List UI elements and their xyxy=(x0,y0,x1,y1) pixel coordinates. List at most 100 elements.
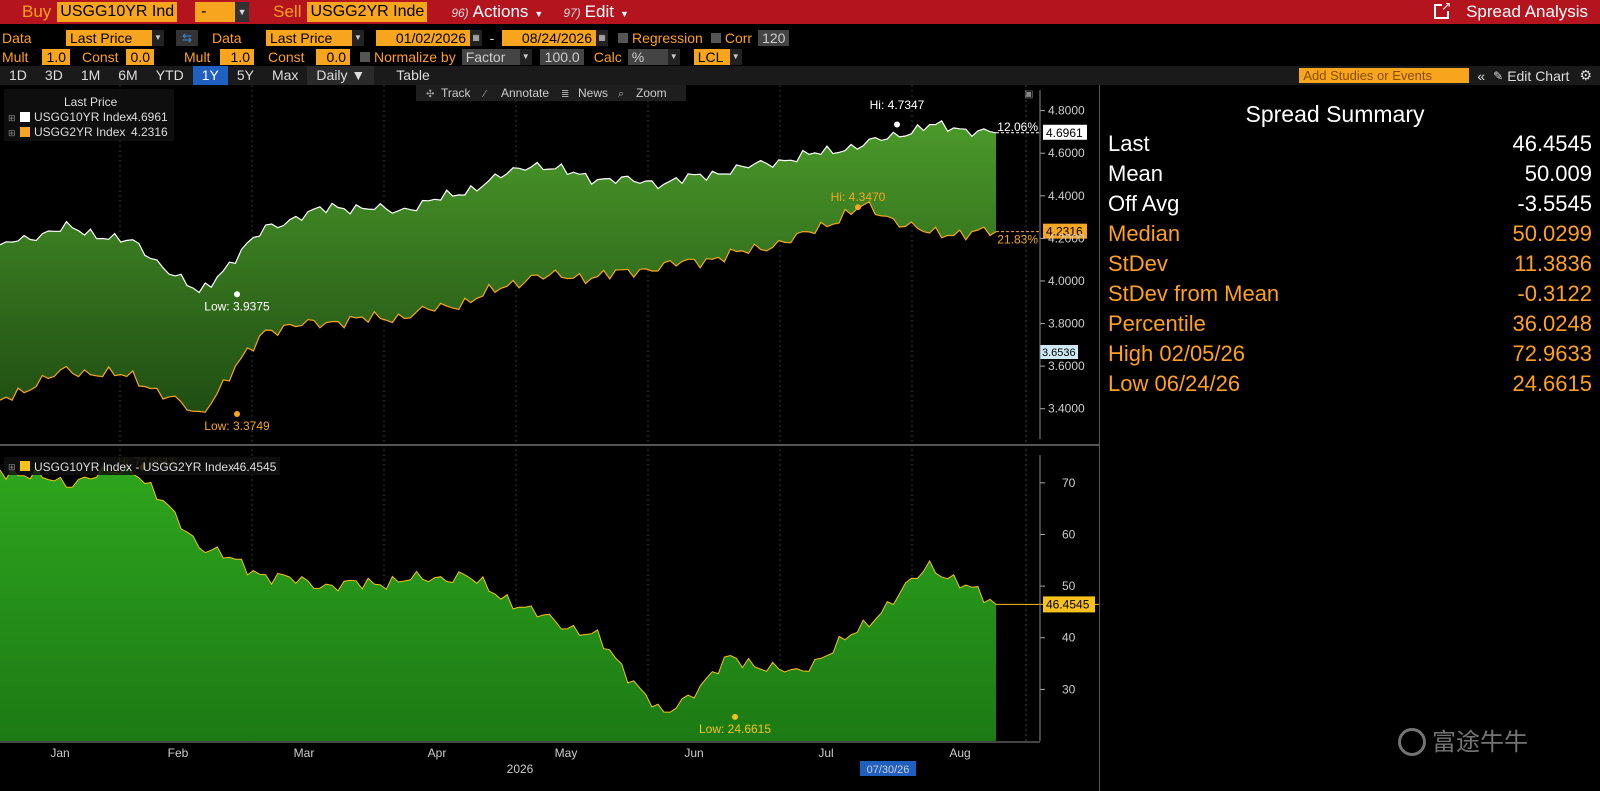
start-date-field[interactable]: 01/02/2026 xyxy=(376,29,470,46)
y-tick-label: 50 xyxy=(1062,579,1076,593)
summary-row: Percentile 36.0248 xyxy=(1108,311,1592,341)
buy-label: Buy xyxy=(22,2,52,21)
tab-5y[interactable]: 5Y xyxy=(228,66,263,85)
swap-icon[interactable]: ⇆ xyxy=(176,29,198,46)
chevron-down-icon[interactable]: ▼ xyxy=(729,48,742,65)
tab-1m[interactable]: 1M xyxy=(72,66,109,85)
summary-key: StDev from Mean xyxy=(1108,281,1280,306)
news-button[interactable]: News xyxy=(578,86,608,100)
mult2-field[interactable]: 1.0 xyxy=(220,48,254,65)
y-tick-label: 30 xyxy=(1062,682,1076,696)
corr-label: Corr xyxy=(724,29,753,46)
edit-menu[interactable]: 97) Edit ▼ xyxy=(553,2,639,22)
tab-3d[interactable]: 3D xyxy=(36,66,72,85)
sell-label: Sell xyxy=(273,2,302,21)
summary-value: 46.4545 xyxy=(1512,131,1592,156)
tab-6m[interactable]: 6M xyxy=(109,66,146,85)
summary-value: -3.5545 xyxy=(1517,191,1592,216)
extreme-marker xyxy=(732,713,738,720)
legend-swatch-s1 xyxy=(20,112,30,122)
summary-key: Off Avg xyxy=(1108,191,1180,216)
y-tick-label: 4.2000 xyxy=(1048,231,1085,245)
chevron-down-icon[interactable]: ▼ xyxy=(667,48,680,65)
year-label: 2026 xyxy=(507,762,534,776)
tab-1y[interactable]: 1Y xyxy=(192,66,228,85)
calc-label: Calc xyxy=(593,48,622,65)
edit-label: Edit xyxy=(584,2,614,21)
corr-checkbox[interactable] xyxy=(710,32,721,43)
data1-select[interactable]: Last Price xyxy=(66,29,152,46)
end-date-field[interactable]: 08/24/2026 xyxy=(502,29,596,46)
mult-label-2: Mult xyxy=(184,48,211,65)
annotate-button[interactable]: Annotate xyxy=(501,86,549,100)
legend-spread-value: 46.4545 xyxy=(233,460,277,474)
extreme-marker xyxy=(234,411,240,418)
chart-area[interactable]: 12.06% 21.83% 4.6961 4.2316 3.6536 Hi: 4.7347… xyxy=(0,85,1600,791)
legend-spread-name: USGG10YR Index - USGG2YR Index xyxy=(34,460,234,474)
regression-checkbox[interactable] xyxy=(618,32,628,43)
y-tick-label: 3.4000 xyxy=(1048,402,1085,416)
actions-menu[interactable]: 96) Actions ▼ xyxy=(441,2,553,22)
mult-label-1: Mult xyxy=(2,48,29,65)
summary-value: -0.3122 xyxy=(1517,281,1592,306)
app-title[interactable]: ↗ Spread Analysis xyxy=(1434,0,1588,24)
x-tick-label: Mar xyxy=(294,746,315,760)
chart-options-icon[interactable]: ▣ xyxy=(1024,89,1033,100)
crosshair-icon: ✣ xyxy=(426,89,434,100)
lower-legend: ⊞ USGG10YR Index - USGG2YR Index 46.4545 xyxy=(4,457,280,475)
gear-icon[interactable]: ⚙ xyxy=(1569,67,1600,84)
summary-value: 50.009 xyxy=(1524,161,1592,186)
data-label-1: Data xyxy=(2,29,32,46)
track-button[interactable]: Track xyxy=(441,86,472,100)
calendar-icon[interactable]: ▦ xyxy=(596,29,608,46)
summary-key: Last xyxy=(1108,131,1150,156)
summary-row: Low 06/24/26 24.6615 xyxy=(1108,371,1592,401)
date-tag-text: 07/30/26 xyxy=(867,764,910,776)
summary-value: 36.0248 xyxy=(1512,311,1592,336)
pct-label: 21.83% xyxy=(997,233,1038,247)
table-button[interactable]: Table xyxy=(374,66,438,85)
add-studies-field[interactable]: Add Studies or Events xyxy=(1299,68,1470,83)
chevron-down-icon[interactable]: ▼ xyxy=(352,29,364,46)
chevron-down-icon[interactable]: ▼ xyxy=(519,48,532,65)
mid-dropdown[interactable]: - xyxy=(195,2,236,22)
normalize-select[interactable]: Factor xyxy=(461,48,520,65)
watermark-text: 富途牛牛 xyxy=(1432,729,1528,756)
summary-row: Last 46.4545 xyxy=(1108,131,1592,161)
legend-toggle-icon[interactable]: ⊞ xyxy=(8,128,16,138)
legend-toggle-icon[interactable]: ⊞ xyxy=(8,462,16,472)
edit-chart-button[interactable]: Edit Chart xyxy=(1507,68,1569,84)
corr-field[interactable]: 120 xyxy=(758,29,790,46)
x-tick-label: Jun xyxy=(684,746,703,760)
calc-select[interactable]: % xyxy=(627,48,668,65)
tab-max[interactable]: Max xyxy=(263,66,307,85)
lcl-select[interactable]: LCL xyxy=(693,48,730,65)
chevron-down-icon[interactable]: ▼ xyxy=(235,2,250,22)
lower-plot: 46.4545Hi: 72.9633Low: 24.6615 xyxy=(0,456,1600,741)
buy-ticker-field[interactable]: USGG10YR Ind xyxy=(57,2,178,22)
daily-select[interactable]: Daily ▼ xyxy=(307,66,375,85)
normalize-amount-field[interactable]: 100.0 xyxy=(539,48,584,65)
summary-value: 11.3836 xyxy=(1514,251,1592,276)
chart-svg[interactable]: 12.06%21.83%4.69614.23163.6536Hi: 4.7347… xyxy=(0,85,1600,791)
legend-s1-value: 4.6961 xyxy=(131,110,168,124)
date-dash: - xyxy=(489,29,495,46)
calendar-icon[interactable]: ▦ xyxy=(470,29,482,46)
summary-key: High 02/05/26 xyxy=(1108,341,1245,366)
const1-field[interactable]: 0.0 xyxy=(126,48,154,65)
zoom-button[interactable]: Zoom xyxy=(636,86,667,100)
app-title-text: Spread Analysis xyxy=(1466,2,1588,21)
spread-area xyxy=(0,463,996,741)
normalize-checkbox[interactable] xyxy=(360,51,370,62)
const2-field[interactable]: 0.0 xyxy=(316,48,350,65)
legend-toggle-icon[interactable]: ⊞ xyxy=(8,113,16,123)
sell-ticker-field[interactable]: USGG2YR Inde xyxy=(307,2,428,22)
collapse-icon[interactable]: « xyxy=(1469,68,1493,84)
chevron-down-icon[interactable]: ▼ xyxy=(152,29,164,46)
extreme-marker xyxy=(234,291,240,298)
x-tick-label: Apr xyxy=(428,746,447,760)
data2-select[interactable]: Last Price xyxy=(266,29,352,46)
tab-1d[interactable]: 1D xyxy=(0,66,36,85)
tab-ytd[interactable]: YTD xyxy=(147,66,193,85)
mult1-field[interactable]: 1.0 xyxy=(42,48,70,65)
